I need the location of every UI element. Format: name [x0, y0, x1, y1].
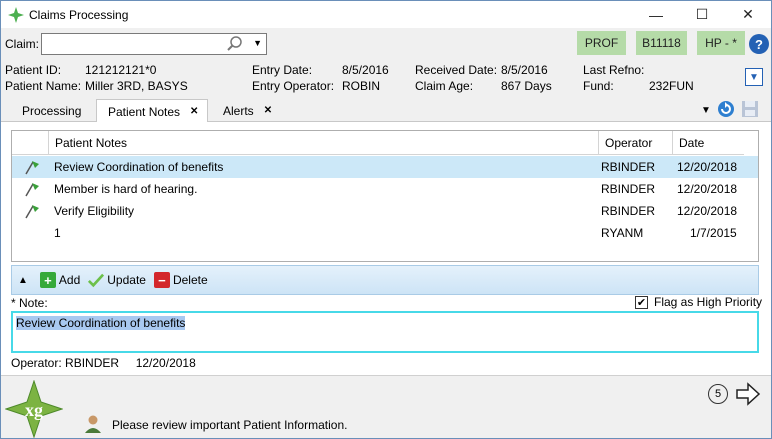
table-row[interactable]: Member is hard of hearing. RBINDER 12/20… [12, 178, 758, 200]
hp-tag[interactable]: HP - * [697, 31, 745, 55]
claim-age-label: Claim Age: [415, 79, 474, 93]
note-date: 12/20/2018 [677, 204, 738, 218]
column-header-patient-notes[interactable]: Patient Notes [48, 131, 598, 155]
grid-flag-column-header [12, 131, 48, 155]
b11118-tag[interactable]: B11118 [636, 31, 687, 55]
column-header-operator[interactable]: Operator [598, 131, 672, 155]
app-logo-icon [7, 6, 25, 24]
high-priority-label: Flag as High Priority [654, 295, 763, 309]
collapse-icon[interactable]: ▲ [18, 275, 28, 286]
status-message: Please review important Patient Informat… [112, 418, 348, 432]
add-icon: + [39, 272, 56, 288]
note-text-value: Review Coordination of benefits [16, 316, 186, 330]
entry-date-label: Entry Date: [252, 63, 313, 77]
update-button[interactable]: Update [88, 272, 146, 288]
note-operator: RBINDER [601, 204, 656, 218]
entry-date-value: 8/5/2016 [342, 63, 389, 77]
flag-icon [24, 159, 40, 175]
next-arrow-icon[interactable] [735, 382, 761, 406]
patient-info-panel: Patient ID: 121212121*0 Patient Name: Mi… [1, 60, 771, 96]
close-button[interactable]: ✕ [725, 1, 771, 28]
delete-button-label: Delete [172, 273, 208, 287]
tab-alerts[interactable]: Alerts ✕ [209, 99, 281, 122]
maximize-button[interactable]: ☐ [679, 1, 725, 28]
note-date: 12/20/2018 [677, 160, 738, 174]
claim-bar: Claim: ▼ PROF B11118 HP - * ? [1, 28, 771, 60]
operator-info: Operator: RBINDER 12/20/2018 [11, 356, 196, 370]
help-icon[interactable]: ? [749, 34, 769, 54]
note-date: 12/20/2018 [677, 182, 738, 196]
patient-id-value: 121212121*0 [85, 63, 157, 77]
add-button[interactable]: + Add [39, 272, 81, 288]
search-icon[interactable] [226, 35, 244, 53]
delete-button[interactable]: − Delete [153, 272, 208, 288]
note-text: Member is hard of hearing. [54, 182, 198, 196]
high-priority-checkbox[interactable]: ✔ Flag as High Priority [635, 295, 762, 309]
patient-id-label: Patient ID: [5, 63, 62, 77]
entry-operator-value: ROBIN [342, 79, 381, 93]
xg-logo-text: xg [25, 400, 43, 420]
tab-alerts-label: Alerts [223, 103, 254, 118]
footer-bar: xg Please review important Patient Infor… [1, 375, 771, 438]
refresh-icon[interactable] [717, 100, 735, 121]
tab-processing-label: Processing [22, 103, 82, 118]
tab-patient-notes-close-icon[interactable]: ✕ [190, 106, 198, 117]
patient-notes-grid: Patient Notes Operator Date Review Coord… [11, 130, 759, 262]
patient-name-label: Patient Name: [5, 79, 82, 93]
expand-info-button[interactable]: ▼ [745, 68, 763, 86]
note-date: 1/7/2015 [690, 226, 737, 240]
patient-name-value: Miller 3RD, BASYS [85, 79, 188, 93]
claim-age-value: 867 Days [501, 79, 552, 93]
tab-tools: ▼ [701, 100, 759, 121]
note-operator: RYANM [601, 226, 644, 240]
note-operator: RBINDER [601, 160, 656, 174]
save-icon[interactable] [741, 100, 759, 121]
checkbox-check-icon: ✔ [635, 295, 648, 309]
column-header-date[interactable]: Date [672, 131, 744, 155]
user-icon [83, 414, 103, 434]
fund-label: Fund: [583, 79, 614, 93]
claim-input[interactable] [42, 34, 222, 54]
update-button-label: Update [107, 273, 146, 287]
minimize-button[interactable]: — [633, 1, 679, 28]
claim-label: Claim: [5, 37, 40, 51]
delete-icon: − [153, 272, 170, 288]
notes-action-bar: ▲ + Add Update − Delete [11, 265, 759, 295]
note-text: 1 [54, 226, 61, 240]
dropdown-arrow-icon[interactable]: ▼ [253, 38, 262, 48]
patient-notes-panel: Patient Notes Operator Date Review Coord… [1, 122, 771, 375]
note-label: * Note: [11, 296, 48, 310]
last-refno-label: Last Refno: [583, 63, 645, 77]
tab-patient-notes[interactable]: Patient Notes ✕ [96, 99, 208, 123]
entry-operator-label: Entry Operator: [252, 79, 335, 93]
flag-icon [24, 181, 40, 197]
flag-icon [24, 203, 40, 219]
note-operator: RBINDER [601, 182, 656, 196]
fund-value: 232FUN [649, 79, 694, 93]
claims-processing-window: Claims Processing — ☐ ✕ Claim: ▼ PROF B1… [0, 0, 772, 439]
received-date-value: 8/5/2016 [501, 63, 548, 77]
window-title: Claims Processing [29, 7, 129, 22]
table-row[interactable]: 1 RYANM 1/7/2015 [12, 222, 758, 244]
received-date-label: Received Date: [415, 63, 498, 77]
add-button-label: Add [58, 273, 81, 287]
prof-tag[interactable]: PROF [577, 31, 626, 55]
tab-processing[interactable]: Processing [11, 99, 89, 122]
queue-count-badge[interactable]: 5 [708, 384, 728, 404]
tab-patient-notes-label: Patient Notes [108, 104, 181, 119]
note-text: Review Coordination of benefits [54, 160, 224, 174]
xg-logo-icon: xg [4, 379, 64, 438]
checkmark-icon [88, 272, 105, 288]
tab-alerts-close-icon[interactable]: ✕ [264, 105, 272, 116]
claim-combobox[interactable]: ▼ [41, 33, 267, 55]
table-row[interactable]: Verify Eligibility RBINDER 12/20/2018 [12, 200, 758, 222]
title-bar: Claims Processing — ☐ ✕ [1, 1, 771, 28]
tab-bar: Processing Patient Notes ✕ Alerts ✕ [1, 98, 771, 123]
table-row[interactable]: Review Coordination of benefits RBINDER … [12, 156, 758, 178]
tab-list-dropdown-icon[interactable]: ▼ [701, 105, 711, 116]
note-text: Verify Eligibility [54, 204, 135, 218]
note-textarea[interactable]: Review Coordination of benefits [11, 311, 759, 353]
